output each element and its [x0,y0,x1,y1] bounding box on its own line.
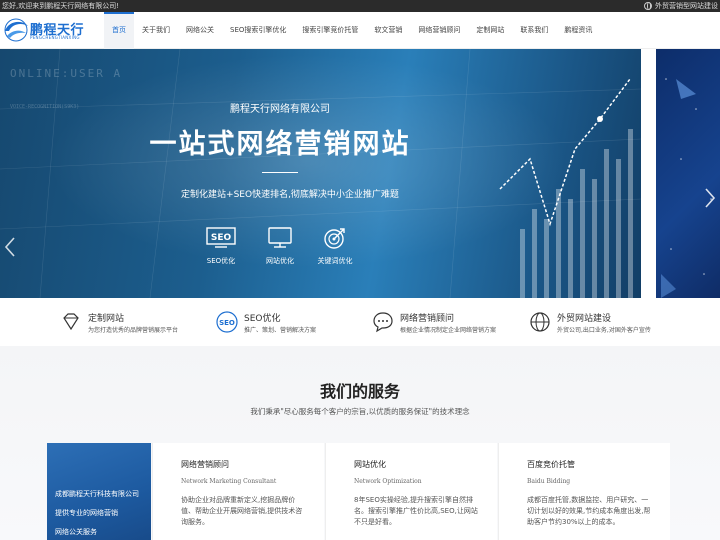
service-card-optimization[interactable]: 网站优化 Network Optimization 8年SEO实操经验,提升搜索… [325,443,497,540]
services-intro-panel: 成都鹏程天行科技有限公司 提供专业的网络营销 网络公关服务 [47,443,151,540]
nav-item[interactable]: 关于我们 [134,12,178,49]
seo-icon: SEO [206,227,236,248]
svg-text:SEO: SEO [219,319,235,327]
banner-feature-label: 关键词优化 [317,257,353,265]
service-card-title: 网站优化 [354,460,386,469]
feature-desc: 根据企业情况制定企业网络营销方案 [400,327,497,334]
services-section: 我们的服务 我们秉承"尽心服务每个客户的宗旨,以优质的服务保证"的技术理念 成都… [0,346,720,540]
feature-desc: 为您打造优秀的品牌营销展示平台 [88,327,179,334]
banner-tagline: 定制化建站+SEO快速排名,彻底解决中小企业推广难题 [181,190,399,200]
feature-title: 网络营销顾问 [400,314,455,324]
banner-feature-label: SEO优化 [206,257,236,265]
logo[interactable]: 鹏程天行 PENGCHENGTIANXING [2,16,97,44]
banner-feature-site: 网站优化 [250,227,310,266]
feature-title: 外贸网站建设 [557,314,612,324]
target-icon [324,228,345,249]
svg-text:SEO: SEO [211,233,232,243]
service-card-desc: 协助企业对品牌重新定义,挖掘品牌价值、帮助企业开展网络营销,提供技术咨询服务。 [181,496,303,526]
feature-title: SEO优化 [244,314,281,324]
prev-slide-icon[interactable] [4,237,16,257]
feature-desc: 外贸公司,出口业务,对国外客户宣传 [557,327,651,334]
intro-line: 成都鹏程天行科技有限公司 [55,490,139,498]
main-nav: 首页 关于我们 网络公关 SEO搜索引擎优化 搜索引擎竞价托管 软文营销 网络营销顾问 定制网… [104,12,600,49]
service-card-en: Network Optimization [354,478,422,485]
service-card-desc: 8年SEO实操经验,提升搜索引擎自然排名。搜索引擎推广性价比高,SEO,让网站不… [354,496,478,526]
service-card-consultant[interactable]: 网络营销顾问 Network Marketing Consultant 协助企业… [152,443,324,540]
chat-icon [373,312,393,333]
service-card-title: 网络营销顾问 [181,460,229,469]
service-card-title: 百度竞价托管 [527,460,575,469]
banner-divider [262,172,298,173]
welcome-text: 您好,欢迎来到鹏程天行网络有限公司! [2,2,120,10]
site-header: 鹏程天行 PENGCHENGTIANXING 首页 关于我们 网络公关 SEO搜索引擎… [0,12,720,49]
next-slide-preview [656,49,720,298]
service-card-desc: 成都百度托管,数据监控、用户研究、一切计划以好的效果,节约成本角度出发,帮助客户… [527,496,651,526]
banner-feature-seo: SEO SEO优化 [191,227,251,266]
hero-banner: ONLINE:USER A VOICE-RECOGNITION(S9K3) 鹏程… [0,49,641,298]
service-card-en: Baidu Bidding [527,478,571,485]
service-card-en: Network Marketing Consultant [181,478,277,485]
top-bar: 您好,欢迎来到鹏程天行网络有限公司! 外贸营销型网站建设 [0,0,720,12]
nav-item[interactable]: 鹏程资讯 [556,12,600,49]
services-title: 我们的服务 [319,382,400,401]
globe-icon [644,2,652,10]
foreign-trade-link-label: 外贸营销型网站建设 [655,2,718,10]
logo-subtitle: PENGCHENGTIANXING [30,35,80,40]
monitor-icon [268,227,292,248]
feature-title: 定制网站 [88,314,125,324]
foreign-trade-link[interactable]: 外贸营销型网站建设 [644,0,718,12]
banner-ghost-text: ONLINE:USER A [10,67,123,80]
nav-item[interactable]: 搜索引擎竞价托管 [294,12,366,49]
banner-feature-keyword: 关键词优化 [305,227,365,266]
banner-headline: 一站式网络营销网站 [149,129,411,160]
intro-line: 提供专业的网络营销 [55,509,118,517]
feature-strip: 定制网站 为您打造优秀的品牌营销展示平台 SEO SEO优化 推广、策划、营销解… [0,298,720,346]
nav-item[interactable]: 联系我们 [512,12,556,49]
nav-item[interactable]: SEO搜索引擎优化 [222,12,294,49]
globe-icon [530,312,550,332]
seo-icon: SEO [216,311,238,333]
banner-company: 鹏程天行网络有限公司 [230,104,330,115]
nav-item[interactable]: 网络公关 [178,12,222,49]
diamond-icon [63,313,79,331]
nav-item[interactable]: 网络营销顾问 [410,12,468,49]
logo-icon [4,18,28,42]
intro-line: 网络公关服务 [55,528,97,536]
next-slide-icon[interactable] [704,188,716,208]
nav-item[interactable]: 定制网站 [468,12,512,49]
nav-item[interactable]: 软文营销 [366,12,410,49]
services-subtitle: 我们秉承"尽心服务每个客户的宗旨,以优质的服务保证"的技术理念 [250,407,470,416]
banner-feature-label: 网站优化 [266,257,294,265]
nav-item[interactable]: 首页 [104,12,134,49]
feature-desc: 推广、策划、营销解决方案 [244,327,317,334]
service-card-bidding[interactable]: 百度竞价托管 Baidu Bidding 成都百度托管,数据监控、用户研究、一切… [498,443,670,540]
